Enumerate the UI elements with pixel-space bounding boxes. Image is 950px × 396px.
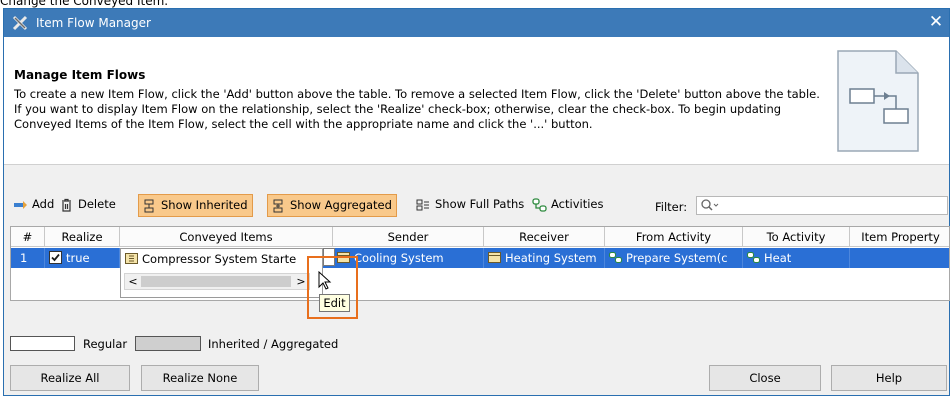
from-activity-value: Prepare System(c — [626, 251, 728, 265]
filter-input[interactable] — [696, 196, 948, 215]
realize-value: true — [66, 251, 90, 265]
conveyed-items-editor[interactable]: Compressor System Starte < > — [120, 248, 323, 298]
column-header-realize[interactable]: Realize — [45, 227, 120, 247]
header-description: To create a new Item Flow, click the 'Ad… — [14, 87, 820, 131]
toolbar: Add Delete Show Inherited Show Aggregate… — [4, 191, 949, 221]
legend-swatch-inherited — [135, 336, 201, 351]
table-header: # Realize Conveyed Items Sender Receiver… — [11, 227, 949, 247]
activities-label: Activities — [551, 197, 604, 211]
show-inherited-label: Show Inherited — [161, 198, 248, 212]
edit-tooltip: Edit — [319, 294, 350, 312]
sender-value: Cooling System — [354, 251, 444, 265]
aggregated-icon — [273, 199, 283, 213]
item-flow-manager-dialog: Item Flow Manager ✕ Manage Item Flows To… — [3, 8, 950, 396]
show-aggregated-label: Show Aggregated — [290, 198, 392, 212]
app-logo-icon — [12, 15, 28, 31]
full-paths-icon — [416, 199, 429, 211]
to-activity-value: Heat — [764, 251, 792, 265]
from-activity-cell[interactable]: Prepare System(c — [605, 248, 743, 268]
scrollbar-thumb[interactable] — [141, 276, 291, 287]
header-heading: Manage Item Flows — [14, 68, 146, 82]
item-flow-table: # Realize Conveyed Items Sender Receiver… — [10, 226, 950, 301]
legend-swatch-regular — [10, 336, 75, 351]
inherited-icon — [144, 199, 154, 213]
realize-cell[interactable]: true — [45, 248, 120, 268]
legend-label-inherited: Inherited / Aggregated — [208, 337, 339, 351]
scroll-left-button[interactable]: < — [127, 274, 139, 289]
row-number: 1 — [11, 248, 45, 268]
window-title: Item Flow Manager — [36, 16, 151, 30]
delete-button[interactable]: Delete — [56, 194, 120, 217]
realize-all-button[interactable]: Realize All — [10, 365, 130, 391]
column-header-sender[interactable]: Sender — [333, 227, 484, 247]
title-bar: Item Flow Manager ✕ — [4, 9, 949, 37]
caption-text: Change the Conveyed Item. — [0, 0, 169, 8]
receiver-value: Heating System — [505, 251, 597, 265]
add-icon — [14, 201, 27, 209]
block-icon — [488, 252, 501, 263]
show-inherited-toggle[interactable]: Show Inherited — [138, 194, 253, 217]
filter-label: Filter: — [655, 200, 688, 214]
window-close-button[interactable]: ✕ — [927, 12, 945, 32]
column-header-conveyed-items[interactable]: Conveyed Items — [120, 227, 333, 247]
activity-icon — [609, 252, 622, 263]
show-full-paths-label: Show Full Paths — [435, 197, 525, 211]
column-header-receiver[interactable]: Receiver — [484, 227, 605, 247]
show-full-paths-button[interactable]: Show Full Paths — [413, 194, 528, 217]
trash-icon — [62, 198, 71, 212]
receiver-cell[interactable]: Heating System — [484, 248, 605, 268]
delete-label: Delete — [78, 197, 116, 211]
legend-label-regular: Regular — [83, 337, 128, 351]
signal-icon — [125, 253, 138, 264]
realize-checkbox[interactable] — [49, 251, 62, 264]
column-header-item-property[interactable]: Item Property — [850, 227, 950, 247]
activity-icon — [747, 252, 760, 263]
realize-none-button[interactable]: Realize None — [141, 365, 259, 391]
column-header-number[interactable]: # — [11, 227, 45, 247]
column-header-from-activity[interactable]: From Activity — [605, 227, 743, 247]
column-header-to-activity[interactable]: To Activity — [743, 227, 850, 247]
help-button[interactable]: Help — [831, 365, 947, 391]
conveyed-item-value: Compressor System Starte — [142, 252, 297, 266]
activities-button[interactable]: Activities — [529, 194, 607, 217]
scroll-right-button[interactable]: > — [295, 274, 307, 289]
close-button[interactable]: Close — [709, 365, 821, 391]
activities-icon — [532, 198, 547, 212]
item-flow-document-icon — [837, 50, 919, 152]
show-aggregated-toggle[interactable]: Show Aggregated — [267, 194, 397, 217]
horizontal-scrollbar[interactable]: < > — [124, 273, 310, 290]
search-icon — [701, 199, 719, 211]
add-button[interactable]: Add — [10, 194, 58, 217]
dialog-header: Manage Item Flows To create a new Item F… — [4, 37, 949, 165]
mouse-cursor-icon — [318, 271, 332, 290]
add-label: Add — [32, 197, 55, 211]
checkmark-icon — [51, 253, 60, 262]
conveyed-item-entry[interactable]: Compressor System Starte — [125, 252, 296, 266]
item-property-cell[interactable] — [850, 248, 950, 268]
to-activity-cell[interactable]: Heat — [743, 248, 850, 268]
